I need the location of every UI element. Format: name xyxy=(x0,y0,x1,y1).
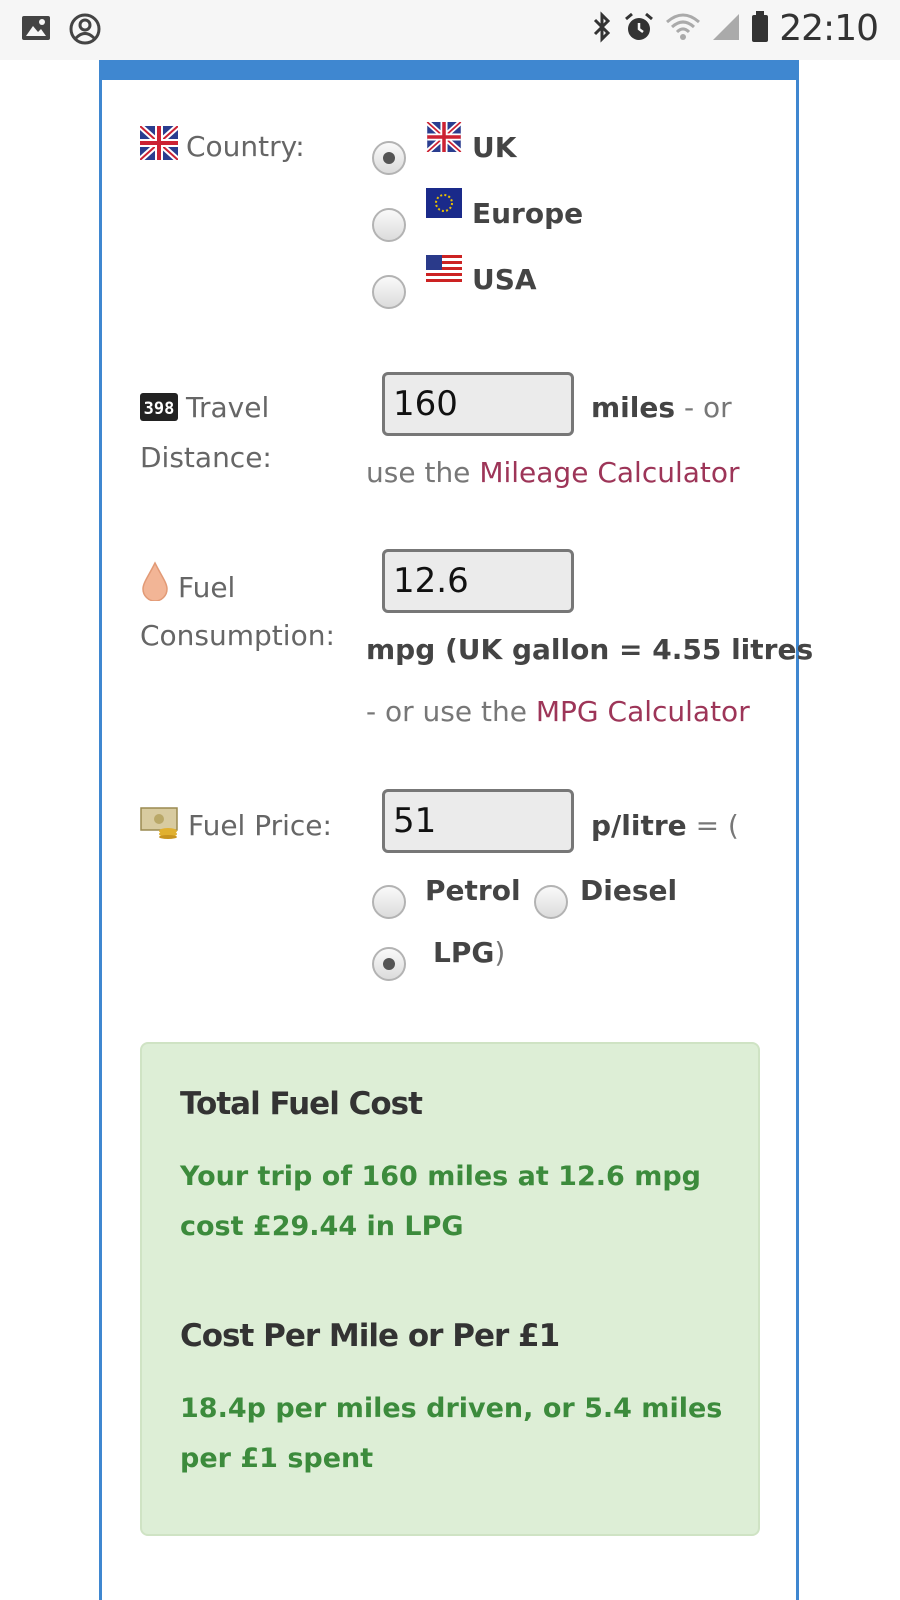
status-bar: 22:10 xyxy=(0,0,900,60)
mpg-calculator-line: - or use the MPG Calculator xyxy=(366,695,750,728)
image-icon xyxy=(20,12,52,50)
card-header-bar xyxy=(99,60,799,80)
fuel-option-lpg-line: LPG) xyxy=(433,936,506,969)
consumption-input[interactable]: 12.6 xyxy=(382,549,574,613)
cost-per-mile-line1: 18.4p per miles driven, or 5.4 miles xyxy=(180,1393,723,1424)
total-cost-line2: cost £29.44 in LPG xyxy=(180,1211,464,1242)
fuel-option-petrol[interactable]: Petrol xyxy=(425,871,521,911)
country-option-uk[interactable]: UK xyxy=(472,128,516,168)
consumption-label-line2: Consumption: xyxy=(140,619,335,652)
battery-icon xyxy=(751,10,769,47)
total-cost-heading: Total Fuel Cost xyxy=(180,1086,423,1122)
total-cost-line1: Your trip of 160 miles at 12.6 mpg xyxy=(180,1161,701,1192)
price-input[interactable]: 51 xyxy=(382,789,574,853)
fuel-option-lpg[interactable]: LPG xyxy=(433,936,494,969)
distance-input[interactable]: 160 xyxy=(382,372,574,436)
cost-per-mile-line2: per £1 spent xyxy=(180,1443,374,1474)
price-label: Fuel Price: xyxy=(140,801,332,855)
fuel-option-diesel[interactable]: Diesel xyxy=(580,871,677,911)
us-flag-icon xyxy=(426,255,462,289)
fuel-radio-diesel[interactable] xyxy=(534,885,568,919)
country-radio-uk[interactable] xyxy=(372,141,406,175)
odometer-icon: 398 xyxy=(140,387,178,437)
money-icon xyxy=(140,805,180,855)
country-label: Country: xyxy=(137,122,305,176)
alarm-icon xyxy=(623,11,655,47)
distance-label-line2: Distance: xyxy=(140,441,272,474)
wifi-icon xyxy=(665,12,701,46)
price-unit-line: p/litre = ( xyxy=(591,809,739,842)
cost-per-mile-heading: Cost Per Mile or Per £1 xyxy=(180,1318,560,1354)
uk-flag-icon xyxy=(137,123,181,176)
distance-unit-line: miles - or xyxy=(591,391,732,424)
fuel-radio-lpg[interactable] xyxy=(372,947,406,981)
consumption-label: Fuel xyxy=(140,561,235,617)
uk-flag-icon xyxy=(425,120,463,156)
clock: 22:10 xyxy=(779,8,879,49)
mileage-calculator-line: use the Mileage Calculator xyxy=(366,456,740,489)
consumption-unit: mpg (UK gallon = 4.55 litres xyxy=(366,633,814,666)
country-option-europe[interactable]: Europe xyxy=(472,194,583,234)
distance-label: 398 Travel xyxy=(140,383,269,437)
eu-flag-icon xyxy=(426,188,462,222)
svg-text:398: 398 xyxy=(144,399,175,419)
result-panel: Total Fuel Cost Your trip of 160 miles a… xyxy=(140,1042,760,1536)
country-radio-europe[interactable] xyxy=(372,208,406,242)
bluetooth-icon xyxy=(591,10,613,47)
mpg-calculator-link[interactable]: MPG Calculator xyxy=(536,695,750,728)
mileage-calculator-link[interactable]: Mileage Calculator xyxy=(479,456,739,489)
account-icon xyxy=(68,12,102,50)
fuel-drop-icon xyxy=(140,561,170,617)
signal-icon xyxy=(711,12,741,46)
country-radio-usa[interactable] xyxy=(372,275,406,309)
country-option-usa[interactable]: USA xyxy=(472,260,537,300)
fuel-radio-petrol[interactable] xyxy=(372,885,406,919)
